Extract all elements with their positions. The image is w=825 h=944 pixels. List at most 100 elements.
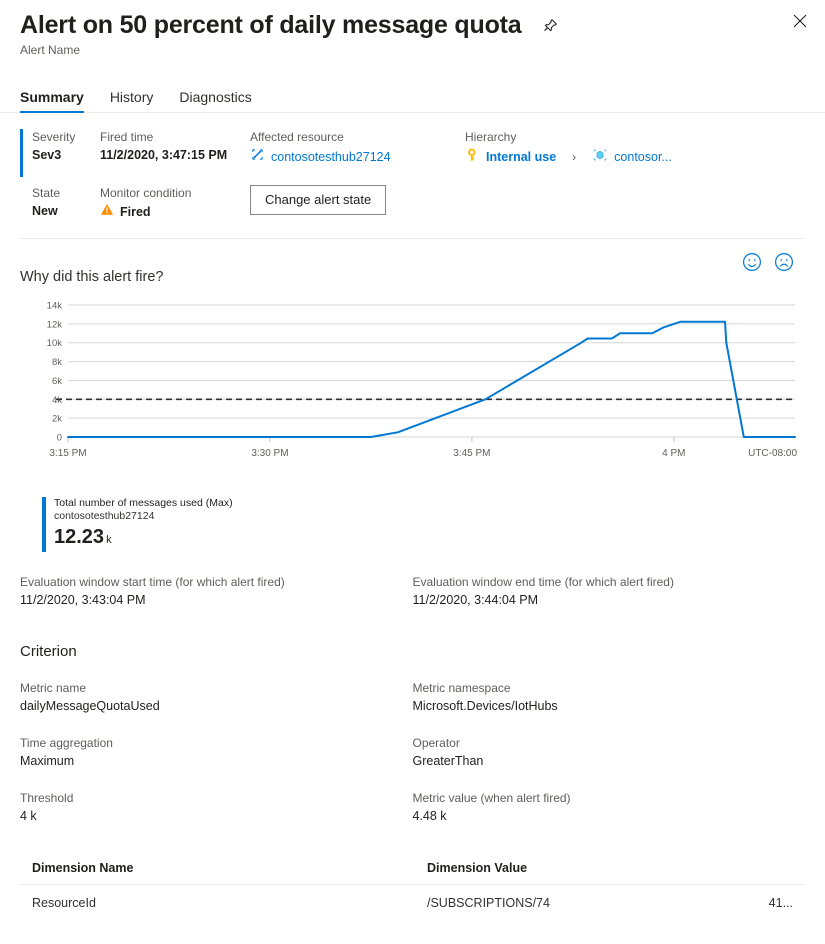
criterion-row-3: Threshold 4 k Metric value (when alert f…: [0, 790, 825, 825]
tab-bar: Summary History Diagnostics: [0, 89, 825, 113]
legend-value-unit: k: [106, 534, 112, 546]
monitor-condition-label: Monitor condition: [100, 185, 250, 201]
cell-dimension-value: /SUBSCRIPTIONS/74: [427, 896, 733, 910]
svg-text:6k: 6k: [52, 376, 62, 387]
criterion-grid: Metric name dailyMessageQuotaUsed Metric…: [0, 680, 825, 825]
time-aggregation-value: Maximum: [20, 752, 413, 770]
svg-text:12k: 12k: [47, 319, 63, 330]
evaluation-window-row: Evaluation window start time (for which …: [0, 574, 825, 609]
metric-name-label: Metric name: [20, 680, 413, 697]
metric-namespace-label: Metric namespace: [413, 680, 806, 697]
svg-text:3:30 PM: 3:30 PM: [251, 448, 288, 459]
why-title: Why did this alert fire?: [20, 269, 163, 285]
svg-text:2k: 2k: [52, 414, 62, 425]
affected-resource-label: Affected resource: [250, 129, 465, 145]
table-row[interactable]: ResourceId /SUBSCRIPTIONS/74 41...: [20, 885, 805, 910]
metric-namespace-field: Metric namespace Microsoft.Devices/IotHu…: [413, 680, 806, 715]
svg-text:0: 0: [57, 433, 62, 444]
page-subtitle: Alert Name: [20, 43, 805, 57]
state-field: State New: [20, 185, 100, 219]
state-label: State: [32, 185, 100, 201]
threshold-label: Threshold: [20, 790, 413, 807]
chart-legend: Total number of messages used (Max) cont…: [42, 497, 805, 552]
key-icon: [465, 148, 480, 167]
criterion-row-1: Metric name dailyMessageQuotaUsed Metric…: [0, 680, 825, 715]
hierarchy-label: Hierarchy: [465, 129, 805, 145]
svg-text:4k: 4k: [52, 395, 62, 406]
feedback-controls: [741, 251, 805, 273]
page-header: Alert on 50 percent of daily message quo…: [0, 0, 825, 57]
svg-text:3:15 PM: 3:15 PM: [49, 448, 86, 459]
affected-resource-field: Affected resource contosotesthub27124: [250, 129, 465, 167]
time-aggregation-field: Time aggregation Maximum: [20, 735, 413, 770]
severity-field: Severity Sev3: [20, 129, 100, 167]
column-header-dimension-value: Dimension Value: [427, 861, 733, 875]
hierarchy-first-link[interactable]: Internal use: [486, 149, 556, 165]
evaluation-end-label: Evaluation window end time (for which al…: [413, 574, 806, 591]
page-title: Alert on 50 percent of daily message quo…: [20, 10, 521, 40]
svg-text:3:45 PM: 3:45 PM: [453, 448, 490, 459]
column-header-spacer: [733, 861, 793, 875]
operator-field: Operator GreaterThan: [413, 735, 806, 770]
fired-time-value: 11/2/2020, 3:47:15 PM: [100, 147, 250, 163]
legend-color-bar: [42, 497, 46, 552]
hierarchy-second-link[interactable]: contosor...: [614, 149, 672, 165]
tab-summary[interactable]: Summary: [20, 89, 84, 112]
fired-time-field: Fired time 11/2/2020, 3:47:15 PM: [100, 129, 250, 167]
change-alert-state-button[interactable]: Change alert state: [250, 185, 386, 215]
evaluation-start-field: Evaluation window start time (for which …: [20, 574, 413, 609]
column-header-dimension-name: Dimension Name: [32, 861, 427, 875]
legend-value-number: 12.23: [54, 526, 104, 548]
warning-triangle-icon: [100, 203, 114, 220]
fired-time-label: Fired time: [100, 129, 250, 145]
breadcrumb-separator-icon: ›: [572, 149, 576, 165]
summary-row-1: Severity Sev3 Fired time 11/2/2020, 3:47…: [20, 129, 805, 167]
metric-value-label: Metric value (when alert fired): [413, 790, 806, 807]
summary-row-2: State New Monitor condition Fired Change…: [20, 185, 805, 220]
cell-dimension-trailing: 41...: [733, 896, 793, 910]
legend-series-name: Total number of messages used (Max): [54, 497, 233, 510]
metric-namespace-value: Microsoft.Devices/IotHubs: [413, 697, 806, 715]
iot-hub-icon: [250, 147, 265, 166]
legend-body: Total number of messages used (Max) cont…: [54, 497, 233, 552]
hierarchy-field: Hierarchy Internal use › contosor...: [465, 129, 805, 167]
legend-latest-value: 12.23k: [54, 525, 233, 552]
hierarchy-breadcrumb: Internal use › contosor...: [465, 147, 805, 167]
tab-history[interactable]: History: [110, 89, 154, 112]
svg-text:14k: 14k: [47, 301, 63, 312]
why-section-header: Why did this alert fire?: [0, 239, 825, 285]
threshold-value: 4 k: [20, 807, 413, 825]
metric-chart[interactable]: 02k4k6k8k10k12k14k3:15 PM3:30 PM3:45 PM4…: [20, 297, 805, 487]
evaluation-end-value: 11/2/2020, 3:44:04 PM: [413, 591, 806, 609]
svg-text:8k: 8k: [52, 357, 62, 368]
close-icon[interactable]: [787, 8, 813, 34]
metric-value-field: Metric value (when alert fired) 4.48 k: [413, 790, 806, 825]
monitor-condition-field: Monitor condition Fired: [100, 185, 250, 220]
metric-chart-section: 02k4k6k8k10k12k14k3:15 PM3:30 PM3:45 PM4…: [0, 285, 825, 552]
tab-diagnostics[interactable]: Diagnostics: [179, 89, 251, 112]
monitor-condition-value-row: Fired: [100, 203, 250, 220]
svg-text:4 PM: 4 PM: [662, 448, 685, 459]
severity-value: Sev3: [32, 147, 100, 163]
metric-value-value: 4.48 k: [413, 807, 806, 825]
dimensions-table-header: Dimension Name Dimension Value: [20, 861, 805, 885]
dimensions-table: Dimension Name Dimension Value ResourceI…: [0, 861, 825, 910]
criterion-row-2: Time aggregation Maximum Operator Greate…: [0, 735, 825, 770]
threshold-field: Threshold 4 k: [20, 790, 413, 825]
time-aggregation-label: Time aggregation: [20, 735, 413, 752]
monitor-condition-value: Fired: [120, 204, 151, 220]
svg-text:UTC-08:00: UTC-08:00: [748, 448, 797, 459]
evaluation-end-field: Evaluation window end time (for which al…: [413, 574, 806, 609]
affected-resource-link[interactable]: contosotesthub27124: [271, 149, 391, 165]
operator-value: GreaterThan: [413, 752, 806, 770]
smiley-sad-icon[interactable]: [773, 251, 795, 273]
pin-icon[interactable]: [539, 14, 561, 36]
metric-name-field: Metric name dailyMessageQuotaUsed: [20, 680, 413, 715]
criterion-title: Criterion: [0, 643, 825, 660]
title-row: Alert on 50 percent of daily message quo…: [20, 10, 805, 40]
subscription-icon: [592, 147, 608, 167]
state-value: New: [32, 203, 100, 219]
smiley-happy-icon[interactable]: [741, 251, 763, 273]
metric-name-value: dailyMessageQuotaUsed: [20, 697, 413, 715]
cell-dimension-name: ResourceId: [32, 896, 427, 910]
